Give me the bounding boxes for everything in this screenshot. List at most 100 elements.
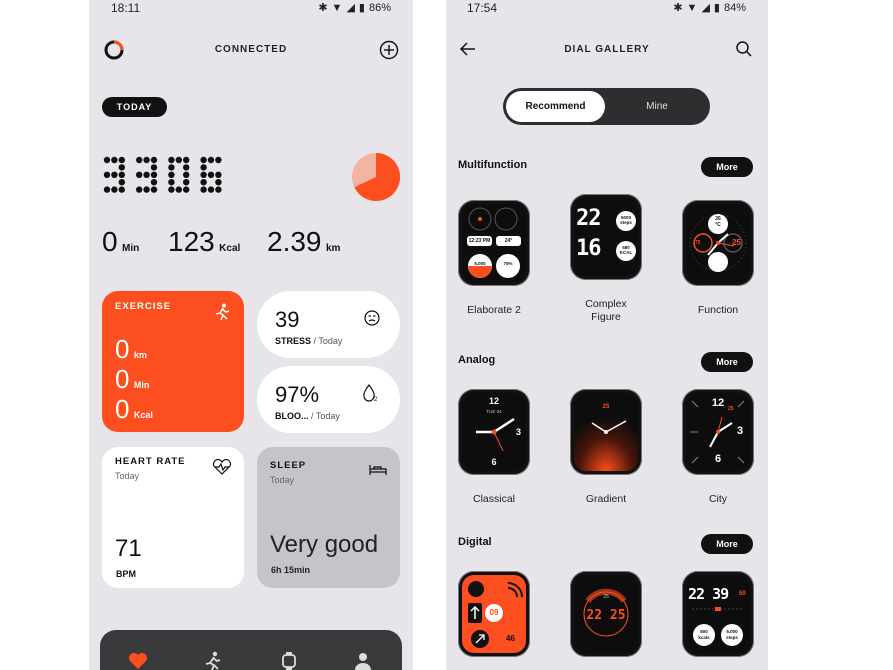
classical-6: 6: [491, 457, 497, 467]
step-dot: [111, 186, 118, 193]
dial-city[interactable]: 12 3 6 25: [682, 389, 754, 475]
status-icons: ✱ ▼ ◢ ▮ 84%: [673, 1, 746, 15]
blood-oxygen-card[interactable]: 97% BLOO... / Today 2: [257, 366, 400, 433]
elaborate-battery: 75%: [503, 261, 513, 266]
step-dot: [143, 156, 150, 164]
wifi-icon: ▼: [331, 1, 343, 14]
section-title-multifunction: Multifunction: [458, 159, 528, 171]
dial-elaborate-2[interactable]: 12:23 PM 24° 5,000 75%: [458, 200, 530, 286]
step-dot: [150, 156, 158, 164]
section-title-digital: Digital: [458, 536, 492, 548]
dial-label-elaborate-2: Elaborate 2: [467, 304, 521, 316]
city-6: 6: [714, 453, 722, 465]
bluetooth-icon: ✱: [318, 2, 328, 14]
step-dot: [143, 171, 150, 178]
stress-label: STRESS: [275, 336, 312, 346]
today-pill[interactable]: TODAY: [102, 97, 167, 117]
stress-sub: / Today: [311, 336, 343, 346]
step-dot: [183, 186, 190, 193]
signal-icon: ◢: [701, 2, 710, 14]
nav-watch-icon[interactable]: [281, 651, 297, 670]
dial-digital-1[interactable]: 09 46: [458, 571, 530, 657]
status-time: 17:54: [467, 1, 498, 15]
dial-label-city: City: [708, 493, 728, 505]
dial-classical[interactable]: 12 TUE 24 3 6: [458, 389, 530, 475]
digital2-time: 22 25: [586, 608, 626, 623]
add-icon[interactable]: [379, 40, 399, 60]
step-dot: [136, 171, 143, 178]
sleep-title: SLEEP: [270, 460, 307, 471]
gradient-25: 25: [602, 404, 610, 410]
stress-value: 39: [275, 307, 300, 332]
bluetooth-icon: ✱: [673, 2, 683, 14]
more-button-digital[interactable]: More: [701, 534, 753, 554]
stat-minutes: 0 Min: [102, 226, 140, 257]
exercise-km: 0 km: [115, 334, 147, 364]
face-icon: [364, 310, 380, 326]
elaborate-steps: 5,000: [474, 261, 486, 266]
nav-exercise-icon[interactable]: [204, 651, 222, 670]
sleep-card[interactable]: SLEEP Today Very good 6h 15min: [257, 447, 400, 588]
function-75: 75: [695, 240, 701, 246]
more-button-multifunction[interactable]: More: [701, 157, 753, 177]
digital2-small: 25: [603, 594, 609, 600]
dial-digital-3[interactable]: 22 39 59 800 kcals 5,000 steps: [682, 571, 754, 657]
dial-complex-figure[interactable]: 22 16 5000 steps 580 KCAL: [570, 194, 642, 280]
complex-digits-top: 22: [576, 206, 601, 231]
elaborate-temp: 24°: [504, 238, 513, 244]
city-25: 25: [728, 406, 734, 412]
heart-rate-card[interactable]: HEART RATE Today 71 BPM: [102, 447, 244, 588]
step-dot: [118, 156, 125, 164]
heart-rate-title: HEART RATE: [115, 456, 186, 467]
step-dot: [215, 186, 222, 193]
step-dot: [168, 179, 175, 186]
more-button-analog[interactable]: More: [701, 352, 753, 372]
digital3-59: 59: [739, 591, 746, 597]
step-dot: [168, 164, 175, 171]
step-dot: [183, 164, 190, 171]
step-dot: [183, 171, 190, 178]
battery-level: 84%: [723, 1, 746, 14]
function-temp: 26 °C: [715, 216, 721, 228]
exercise-card[interactable]: EXERCISE 0 km 0 Min 0 Kcal: [102, 291, 244, 432]
stress-card[interactable]: 39 STRESS / Today: [257, 291, 400, 358]
sleep-quality: Very good: [270, 531, 379, 558]
city-12: 12: [711, 397, 725, 409]
connection-status: CONNECTED: [214, 44, 288, 55]
step-dot: [136, 186, 143, 193]
dial-digital-2[interactable]: 25 22 25: [570, 571, 642, 657]
digital1-46: 46: [506, 634, 515, 643]
battery-icon: ▮: [713, 2, 720, 14]
droplet-o2-icon: 2: [363, 384, 378, 402]
city-3: 3: [737, 425, 744, 437]
heart-rate-unit: BPM: [116, 569, 136, 579]
battery-icon: ▮: [358, 2, 365, 14]
tab-mine[interactable]: Mine: [607, 91, 707, 122]
health-screen: 18:11 ✱ ▼ ◢ ▮ 86% CONNECTED TODAY 3306 0…: [89, 0, 413, 670]
dial-label-gradient: Gradient: [585, 493, 627, 505]
function-25: 25: [732, 238, 741, 247]
search-icon[interactable]: [735, 40, 753, 58]
step-dot: [150, 164, 158, 171]
step-dot: [183, 179, 190, 186]
stat-distance: 2.39 km: [267, 226, 341, 257]
step-dot: [207, 186, 215, 193]
section-title-analog: Analog: [458, 354, 496, 366]
sleep-duration: 6h 15min: [271, 565, 311, 575]
tab-recommend[interactable]: Recommend: [506, 91, 605, 122]
heart-pulse-icon: [212, 459, 232, 475]
dial-gallery-screen: 17:54 ✱ ▼ ◢ ▮ 84% DIAL GALLERY Recommend…: [446, 0, 768, 670]
step-dot: [168, 156, 175, 164]
step-dot: [175, 156, 182, 164]
nav-profile-icon[interactable]: [354, 651, 372, 670]
step-dot: [111, 156, 118, 164]
exercise-title: EXERCISE: [115, 301, 172, 312]
classical-3: 3: [516, 427, 522, 437]
step-dot: [207, 156, 215, 164]
dial-function[interactable]: 26 °C 75 25: [682, 200, 754, 286]
dial-gradient[interactable]: 25: [570, 389, 642, 475]
step-dot: [136, 156, 143, 164]
step-dot: [215, 179, 222, 186]
status-icons: ✱ ▼ ◢ ▮ 86%: [318, 1, 391, 15]
nav-health-heart-icon[interactable]: [128, 652, 148, 670]
